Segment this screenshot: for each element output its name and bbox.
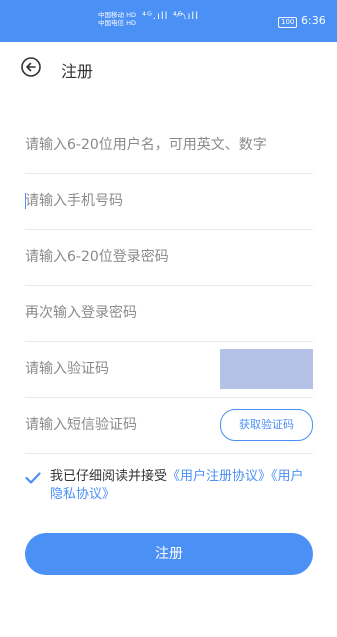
carrier-1: 中国移动 HD [98,11,136,19]
battery-icon: 100 [278,17,298,28]
carrier-2: 中国电信 HD [98,19,136,27]
checkmark-icon[interactable] [25,472,41,484]
clock: 6:36 [301,14,326,27]
wifi-icon: ◠ [176,10,186,23]
password-input[interactable] [25,229,313,285]
get-sms-code-button[interactable]: 获取验证码 [220,409,313,441]
password-field [25,229,313,286]
phone-field [25,173,313,230]
nav-bar: 注册 [0,42,337,98]
back-arrow-icon [21,57,41,77]
sms-code-input[interactable] [25,397,215,453]
back-button[interactable] [21,57,41,77]
password-confirm-field [25,285,313,342]
password-confirm-input[interactable] [25,285,313,341]
status-bar: 中国移动 HD 中国电信 HD ⁴ᴳ.ıll ⁴ᴳ.ıll ◠ 100 6:36 [0,0,337,42]
carrier-info: 中国移动 HD 中国电信 HD [98,11,136,27]
page-title: 注册 [61,62,94,81]
captcha-field [25,341,313,398]
sms-code-field: 获取验证码 [25,397,313,454]
register-button[interactable]: 注册 [25,533,313,575]
username-input[interactable] [25,117,313,173]
user-agreement-link[interactable]: 《用户注册协议》 [167,469,271,484]
agreement-prefix: 我已仔细阅读并接受 [50,469,168,484]
username-field [25,117,313,174]
captcha-image[interactable] [220,349,313,389]
text-cursor [25,193,26,209]
agreement-text: 我已仔细阅读并接受《用户注册协议》《用户隐私协议》 [50,468,315,504]
captcha-input[interactable] [25,341,215,397]
phone-input[interactable] [25,173,313,229]
signal-icon: ⁴ᴳ.ıll ⁴ᴳ.ıll [142,11,199,22]
